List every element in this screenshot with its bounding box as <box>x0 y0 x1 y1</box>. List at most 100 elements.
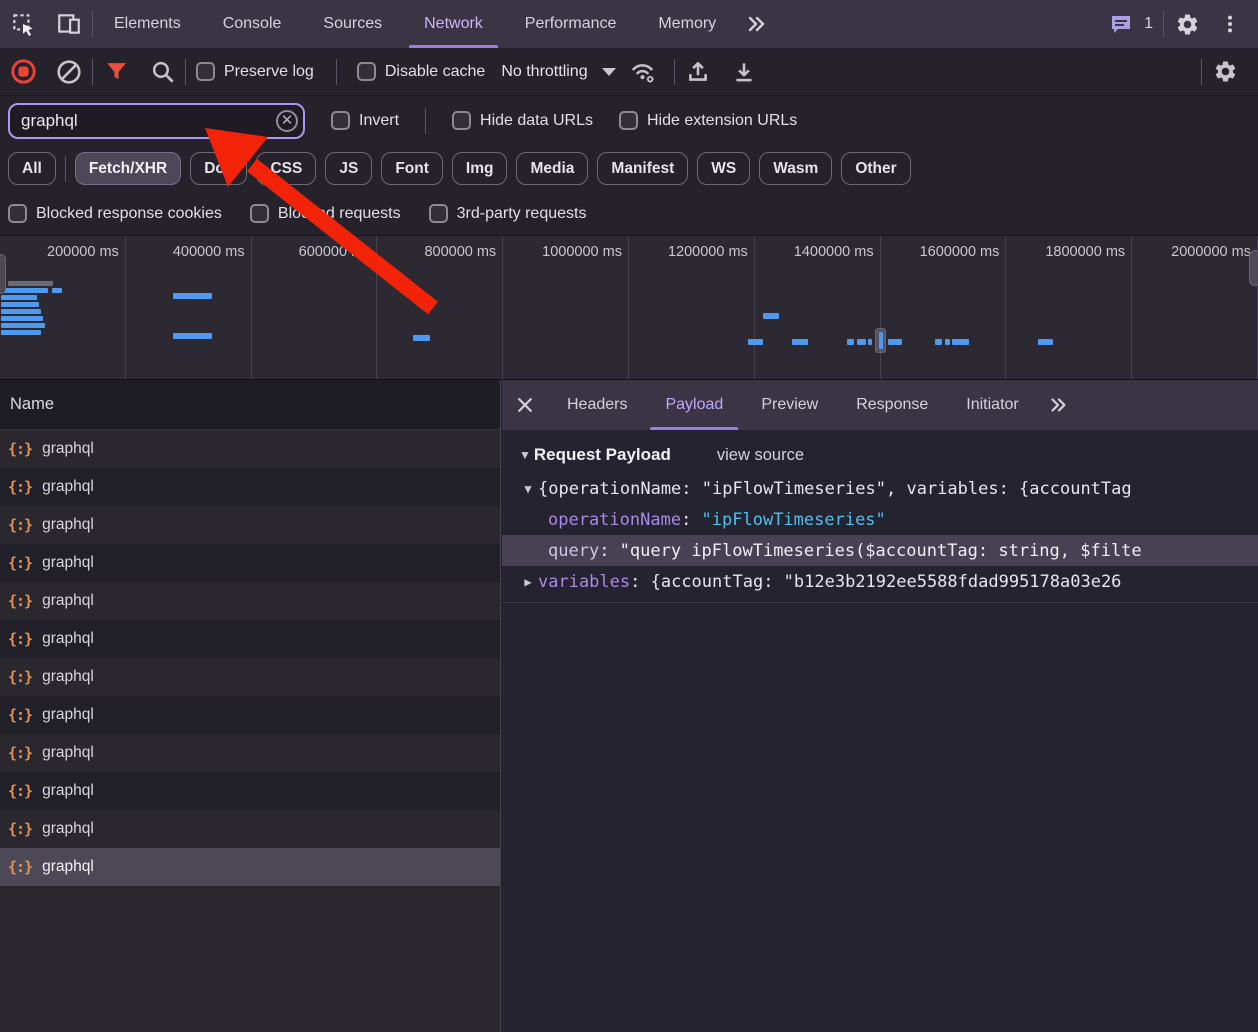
section-expand-icon[interactable]: ▼ <box>519 448 531 462</box>
tab-elements[interactable]: Elements <box>93 0 202 48</box>
request-row[interactable]: {:}graphql <box>0 734 500 772</box>
overview-left-handle[interactable] <box>0 254 6 294</box>
waterfall-bar <box>857 339 866 345</box>
chip-img[interactable]: Img <box>452 152 508 185</box>
tab-performance[interactable]: Performance <box>504 0 638 48</box>
device-toolbar-button[interactable] <box>46 0 92 48</box>
export-har-button[interactable] <box>721 48 767 96</box>
request-row[interactable]: {:}graphql <box>0 582 500 620</box>
search-button[interactable] <box>139 48 185 96</box>
disable-cache-checkbox[interactable] <box>357 62 376 81</box>
clear-network-log-button[interactable] <box>46 48 92 96</box>
hide-extension-urls-toggle[interactable]: Hide extension URLs <box>619 111 797 130</box>
json-request-icon: {:} <box>8 820 32 838</box>
expand-open-icon[interactable]: ▼ <box>518 482 538 496</box>
request-name: graphql <box>42 744 94 762</box>
filter-toggle-button[interactable] <box>93 48 139 96</box>
invert-checkbox[interactable] <box>331 111 350 130</box>
third-party-requests-toggle[interactable]: 3rd-party requests <box>429 204 587 223</box>
chip-media[interactable]: Media <box>516 152 588 185</box>
customize-devtools-button[interactable] <box>1210 0 1250 48</box>
more-tabs-button[interactable] <box>737 0 775 48</box>
close-details-button[interactable] <box>502 380 548 430</box>
payload-root-row[interactable]: ▼ {operationName: "ipFlowTimeseries", va… <box>502 473 1258 504</box>
request-row[interactable]: {:}graphql <box>0 620 500 658</box>
tab-network[interactable]: Network <box>403 0 504 48</box>
payload-query-row[interactable]: query: "query ipFlowTimeseries($accountT… <box>502 535 1258 566</box>
network-overview-strip[interactable]: 200000 ms400000 ms600000 ms800000 ms1000… <box>0 235 1258 380</box>
waterfall-bar <box>1038 339 1053 345</box>
tab-initiator[interactable]: Initiator <box>947 380 1037 430</box>
name-column-header[interactable]: Name <box>0 380 500 430</box>
blocked-requests-toggle[interactable]: Blocked requests <box>250 204 401 223</box>
request-row[interactable]: {:}graphql <box>0 544 500 582</box>
chip-ws[interactable]: WS <box>697 152 750 185</box>
tab-memory[interactable]: Memory <box>637 0 737 48</box>
payload-variables-row[interactable]: ▶ variables: {accountTag: "b12e3b2192ee5… <box>502 566 1258 597</box>
payload-tree: ▼ {operationName: "ipFlowTimeseries", va… <box>502 473 1258 603</box>
chip-manifest[interactable]: Manifest <box>597 152 688 185</box>
settings-button[interactable] <box>1164 0 1210 48</box>
inspect-element-button[interactable] <box>0 0 46 48</box>
hide-extension-urls-checkbox[interactable] <box>619 111 638 130</box>
invert-toggle[interactable]: Invert <box>331 111 399 130</box>
tab-sources[interactable]: Sources <box>302 0 403 48</box>
tab-response[interactable]: Response <box>837 380 947 430</box>
preserve-log-toggle[interactable]: Preserve log <box>196 62 314 81</box>
chip-fetch-xhr[interactable]: Fetch/XHR <box>75 152 181 185</box>
chip-doc[interactable]: Doc <box>190 152 247 185</box>
console-messages-button[interactable] <box>1104 0 1138 48</box>
hide-data-urls-label: Hide data URLs <box>480 112 593 130</box>
blocked-requests-checkbox[interactable] <box>250 204 269 223</box>
tab-payload[interactable]: Payload <box>646 380 742 430</box>
chip-other[interactable]: Other <box>841 152 910 185</box>
chip-css[interactable]: CSS <box>256 152 316 185</box>
record-network-log-button[interactable] <box>0 48 46 96</box>
hide-data-urls-checkbox[interactable] <box>452 111 471 130</box>
clear-filter-button[interactable]: ✕ <box>276 110 298 132</box>
network-conditions-button[interactable] <box>620 48 666 96</box>
chip-all[interactable]: All <box>8 152 56 185</box>
overview-right-handle[interactable] <box>1249 250 1258 286</box>
import-har-button[interactable] <box>675 48 721 96</box>
expand-collapsed-icon[interactable]: ▶ <box>518 575 538 589</box>
filter-input[interactable] <box>8 103 305 139</box>
record-icon <box>10 58 37 85</box>
chip-js[interactable]: JS <box>325 152 372 185</box>
request-row[interactable]: {:}graphql <box>0 468 500 506</box>
request-row[interactable]: {:}graphql <box>0 810 500 848</box>
hide-data-urls-toggle[interactable]: Hide data URLs <box>452 111 593 130</box>
json-request-icon: {:} <box>8 554 32 572</box>
tab-console[interactable]: Console <box>202 0 303 48</box>
request-row[interactable]: {:}graphql <box>0 430 500 468</box>
request-row[interactable]: {:}graphql <box>0 696 500 734</box>
network-settings-button[interactable] <box>1202 48 1248 96</box>
throttling-select[interactable]: No throttling <box>501 63 615 81</box>
more-detail-tabs-button[interactable] <box>1038 380 1078 430</box>
waterfall-bar <box>1 295 37 300</box>
tab-preview[interactable]: Preview <box>742 380 837 430</box>
waterfall-bar <box>1 323 45 328</box>
preserve-log-checkbox[interactable] <box>196 62 215 81</box>
payload-operation-row[interactable]: operationName: "ipFlowTimeseries" <box>502 504 1258 535</box>
request-row[interactable]: {:}graphql <box>0 848 500 886</box>
chip-wasm[interactable]: Wasm <box>759 152 832 185</box>
tab-headers[interactable]: Headers <box>548 380 646 430</box>
chip-font[interactable]: Font <box>381 152 443 185</box>
waterfall-bar <box>792 339 808 345</box>
blocked-response-cookies-toggle[interactable]: Blocked response cookies <box>8 204 222 223</box>
block-clear-icon <box>56 59 82 85</box>
disable-cache-toggle[interactable]: Disable cache <box>357 62 486 81</box>
view-source-link[interactable]: view source <box>717 446 804 465</box>
filter-input-wrap: ✕ <box>8 103 305 139</box>
request-row[interactable]: {:}graphql <box>0 506 500 544</box>
throttling-value: No throttling <box>501 63 587 81</box>
third-party-requests-checkbox[interactable] <box>429 204 448 223</box>
blocked-response-cookies-checkbox[interactable] <box>8 204 27 223</box>
request-name: graphql <box>42 630 94 648</box>
waterfall-bar <box>888 339 902 345</box>
waterfall-bar <box>868 339 872 345</box>
request-row[interactable]: {:}graphql <box>0 658 500 696</box>
requests-panel: Name {:}graphql{:}graphql{:}graphql{:}gr… <box>0 380 501 1032</box>
request-row[interactable]: {:}graphql <box>0 772 500 810</box>
